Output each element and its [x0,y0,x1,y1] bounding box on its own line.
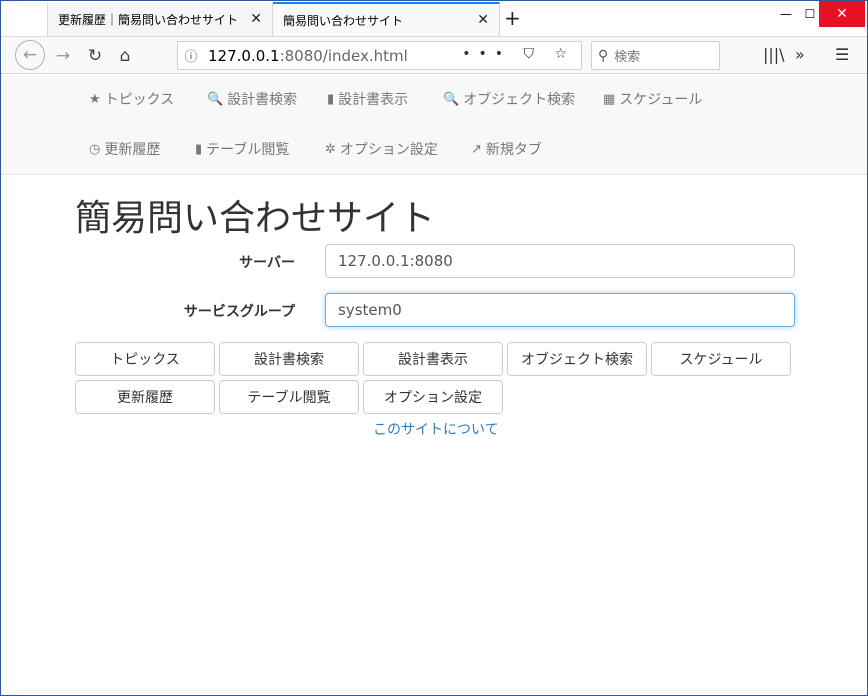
nav-label: オプション設定 [339,142,438,158]
back-arrow-icon[interactable]: ← [15,40,45,70]
nav-label: スケジュール [619,92,703,108]
calendar-icon: ▦ [603,91,616,107]
about-site-link[interactable]: このサイトについて [373,419,499,439]
nav-toolbar: ← → ↻ ⌂ ⓘ 127.0.0.1:8080/index.html ••• … [1,36,867,74]
nav-new-tab[interactable]: ↗ 新規タブ [471,139,542,159]
tab-title: 簡易問い合わせサイト [283,13,404,28]
browser-window: 更新履歴｜簡易問い合わせサイト ✕ 簡易問い合わせサイト ✕ + — ☐ ✕ ←… [0,0,868,696]
nav-object-search[interactable]: 🔍 オブジェクト検索 [443,89,575,109]
nav-design-view[interactable]: ▮ 設計書表示 [327,89,408,109]
design-search-button[interactable]: 設計書検索 [219,342,359,376]
url-host: 127.0.0.1 [208,46,280,65]
tab-history[interactable]: 更新履歴｜簡易問い合わせサイト ✕ [47,3,273,36]
site-navbar: ★ トピックス 🔍 設計書検索 ▮ 設計書表示 🔍 オブジェクト検索 ▦ スケジ… [1,75,867,175]
object-search-button[interactable]: オブジェクト検索 [507,342,647,376]
history-button[interactable]: 更新履歴 [75,380,215,414]
overflow-chevron-icon[interactable]: » [795,45,805,64]
reload-icon[interactable]: ↻ [81,42,109,70]
tab-close-icon[interactable]: ✕ [477,12,489,28]
design-view-button[interactable]: 設計書表示 [363,342,503,376]
nav-table-view[interactable]: ▮ テーブル閲覧 [195,139,289,159]
search-placeholder: 検索 [614,50,641,65]
nav-label: オブジェクト検索 [463,92,576,108]
tab-close-icon[interactable]: ✕ [250,11,262,27]
search-icon: 🔍 [207,91,224,107]
topics-button[interactable]: トピックス [75,342,215,376]
nav-label: 新規タブ [485,142,542,158]
star-icon: ★ [89,91,101,107]
options-button[interactable]: オプション設定 [363,380,503,414]
page-title: 簡易問い合わせサイト [75,198,436,239]
tab-title: 更新履歴｜簡易問い合わせサイト [58,13,239,27]
tab-strip: 更新履歴｜簡易問い合わせサイト ✕ 簡易問い合わせサイト ✕ + — ☐ ✕ [1,1,867,36]
url-path: :8080/index.html [279,46,408,65]
gear-icon: ✲ [325,141,336,157]
search-input[interactable]: ⚲ 検索 [591,41,720,70]
schedule-button[interactable]: スケジュール [651,342,791,376]
info-icon[interactable]: ⓘ [178,46,204,65]
nav-label: 設計書検索 [227,92,298,108]
external-link-icon: ↗ [471,141,482,157]
nav-design-search[interactable]: 🔍 設計書検索 [207,89,297,109]
nav-schedule[interactable]: ▦ スケジュール [603,89,702,109]
search-icon: 🔍 [443,91,460,107]
service-group-field[interactable]: system0 [325,293,795,327]
clock-icon: ◷ [89,141,101,157]
server-label: サーバー [239,255,295,271]
library-icon[interactable]: |||\ [763,45,785,64]
book-icon: ▮ [195,141,203,157]
page-actions-icon[interactable]: ••• ⛉ ☆ [462,46,575,62]
nav-label: トピックス [104,92,175,108]
table-view-button[interactable]: テーブル閲覧 [219,380,359,414]
nav-label: 更新履歴 [104,142,161,158]
nav-label: 設計書表示 [338,92,409,108]
nav-history[interactable]: ◷ 更新履歴 [89,139,160,159]
tab-main[interactable]: 簡易問い合わせサイト ✕ [273,2,500,36]
forward-arrow-icon[interactable]: → [49,42,77,70]
service-group-label: サービスグループ [183,304,295,320]
home-icon[interactable]: ⌂ [111,42,139,70]
new-tab-icon[interactable]: + [504,6,521,30]
menu-icon[interactable]: ☰ [835,45,849,64]
url-bar[interactable]: ⓘ 127.0.0.1:8080/index.html ••• ⛉ ☆ [177,41,582,70]
nav-topics[interactable]: ★ トピックス [89,89,174,109]
nav-options[interactable]: ✲ オプション設定 [325,139,438,159]
search-icon: ⚲ [598,47,609,64]
window-close-icon[interactable]: ✕ [819,1,865,27]
server-field[interactable]: 127.0.0.1:8080 [325,244,795,278]
book-icon: ▮ [327,91,335,107]
nav-label: テーブル閲覧 [206,142,290,158]
